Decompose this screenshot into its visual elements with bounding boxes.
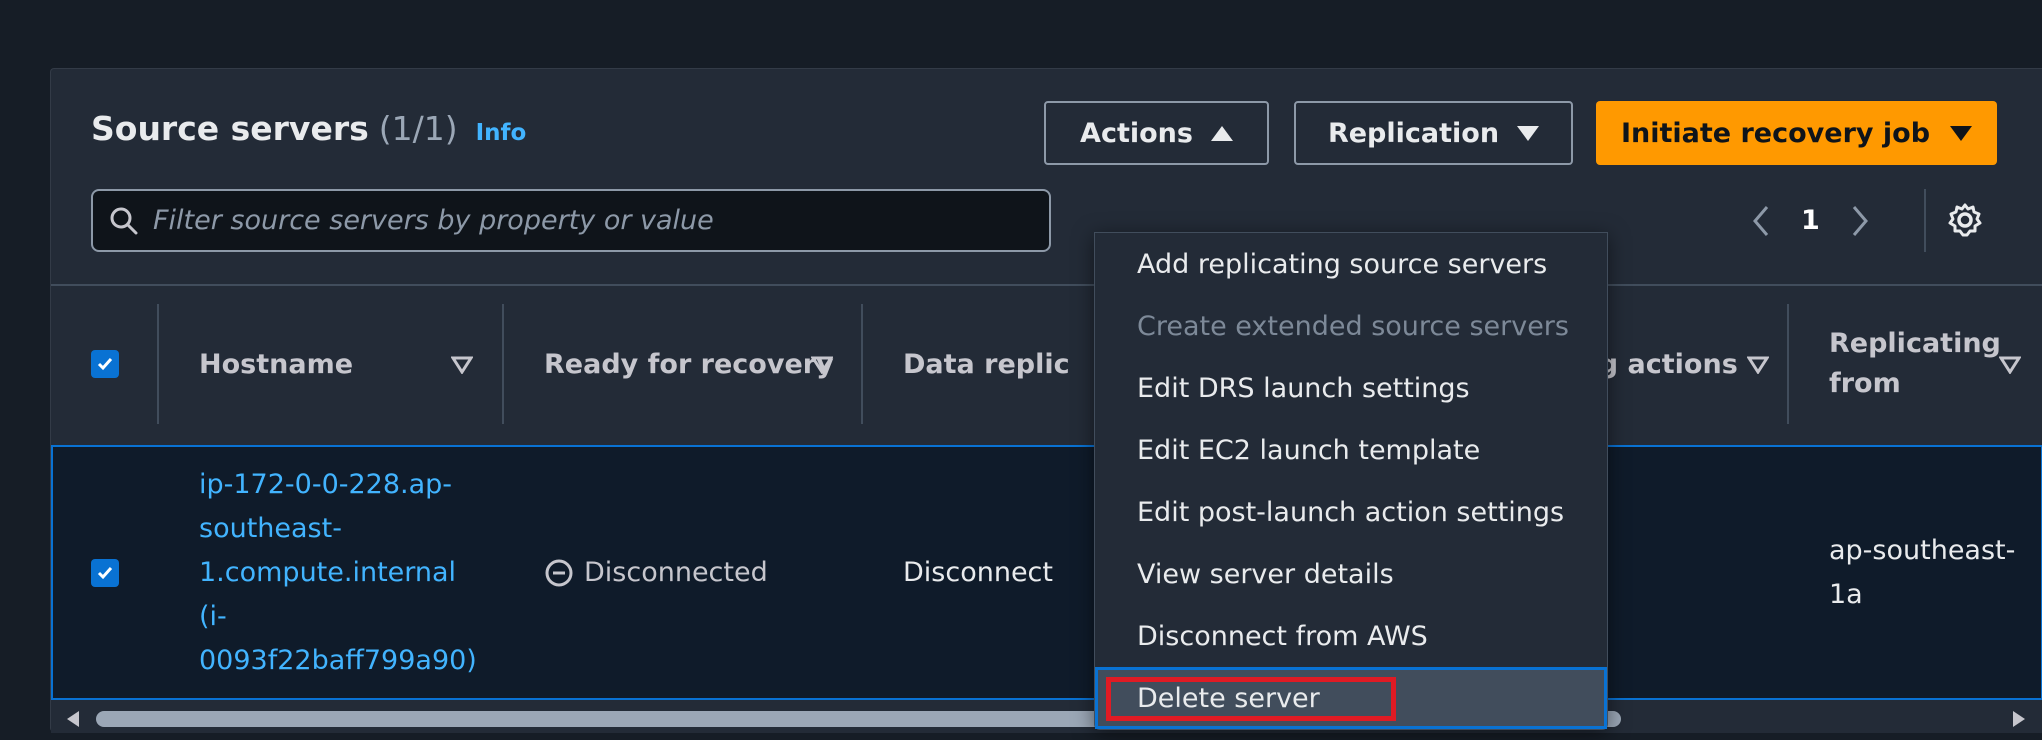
delete-server-label: Delete server [1137,682,1320,714]
filter-search-box[interactable] [91,189,1051,252]
column-label: Ready for recovery [544,348,834,380]
replicating-from-cell: ap-southeast- 1a [1829,529,2015,617]
column-ready-for-recovery[interactable]: Ready for recovery [544,304,834,424]
column-divider [157,304,159,424]
hostname-link[interactable]: ip-172-0-0-228.ap- southeast- 1.compute.… [199,463,477,683]
column-data-replication[interactable]: Data replic [903,304,1070,424]
scroll-left-icon[interactable] [65,710,81,728]
column-label: Data replic [903,348,1070,380]
menu-item-view-server-details[interactable]: View server details [1095,543,1607,605]
sort-icon[interactable] [1999,356,2021,374]
pagination: 1 [1751,189,1870,252]
info-link[interactable]: Info [476,120,527,146]
recovery-status-text: Disconnected [584,557,768,588]
sort-icon[interactable] [811,356,833,374]
source-servers-panel: Source servers (1/1) Info Actions Replic… [50,68,2042,733]
caret-down-icon [1950,125,1973,141]
page-title: Source servers [91,109,369,148]
header-divider [51,284,2042,286]
horizontal-scrollbar[interactable] [51,703,2042,733]
column-label: Replicating from [1829,328,2001,399]
checkmark-icon [97,358,113,371]
column-divider [502,304,504,424]
column-divider [1787,304,1789,424]
chevron-right-icon[interactable] [1850,204,1870,238]
row-checkbox[interactable] [91,559,119,587]
scroll-right-icon[interactable] [2011,710,2027,728]
select-all-checkbox[interactable] [91,350,119,378]
menu-item-disconnect-from-aws[interactable]: Disconnect from AWS [1095,605,1607,667]
menu-item-edit-ec2-launch-template[interactable]: Edit EC2 launch template [1095,419,1607,481]
replicating-from-line: ap-southeast- [1829,535,2016,566]
pager-divider [1924,189,1926,252]
recovery-status: Disconnected [544,551,768,595]
hostname-line: southeast- [199,513,342,544]
status-stopped-icon [545,559,573,587]
chevron-left-icon[interactable] [1751,204,1771,238]
column-divider [861,304,863,424]
actions-button[interactable]: Actions [1044,101,1269,165]
replicating-from-line: 1a [1829,579,1863,610]
select-all-cell [91,304,119,424]
caret-down-icon [1517,125,1540,141]
table-row[interactable]: ip-172-0-0-228.ap- southeast- 1.compute.… [51,445,2042,700]
initiate-recovery-job-label: Initiate recovery job [1620,117,1931,149]
replication-button-label: Replication [1327,117,1500,149]
hostname-line: (i- [199,601,227,632]
server-count: (1/1) [378,109,458,148]
checkmark-icon [97,567,113,580]
caret-up-icon [1210,125,1233,141]
panel-header: Source servers (1/1) Info [91,109,526,148]
actions-button-label: Actions [1080,117,1193,149]
menu-item-edit-post-launch-action-settings[interactable]: Edit post-launch action settings [1095,481,1607,543]
table-header: Hostname Ready for recovery Data replic … [51,304,2042,444]
actions-dropdown-menu: Add replicating source servers Create ex… [1094,232,1608,730]
sort-icon[interactable] [1747,356,1769,374]
sort-icon[interactable] [451,356,473,374]
hostname-line: 1.compute.internal [199,557,457,588]
replication-button[interactable]: Replication [1294,101,1573,165]
current-page-number[interactable]: 1 [1801,205,1820,236]
search-icon [110,207,138,234]
column-replicating-from[interactable]: Replicating from [1829,304,2001,424]
data-replication-status: Disconnect [903,557,1053,588]
column-label: Hostname [199,348,354,380]
hostname-line: 0093f22baff799a90) [199,645,477,676]
hostname-line: ip-172-0-0-228.ap- [199,469,453,500]
column-hostname[interactable]: Hostname [199,304,353,424]
menu-item-delete-server[interactable]: Delete server [1095,667,1607,729]
initiate-recovery-job-button[interactable]: Initiate recovery job [1596,101,1997,165]
gear-icon[interactable] [1947,202,1983,238]
filter-input[interactable] [153,205,1013,236]
menu-item-edit-drs-launch-settings[interactable]: Edit DRS launch settings [1095,357,1607,419]
menu-item-create-extended-source-servers: Create extended source servers [1137,310,1569,342]
menu-item-add-replicating-source-servers[interactable]: Add replicating source servers [1095,233,1607,295]
